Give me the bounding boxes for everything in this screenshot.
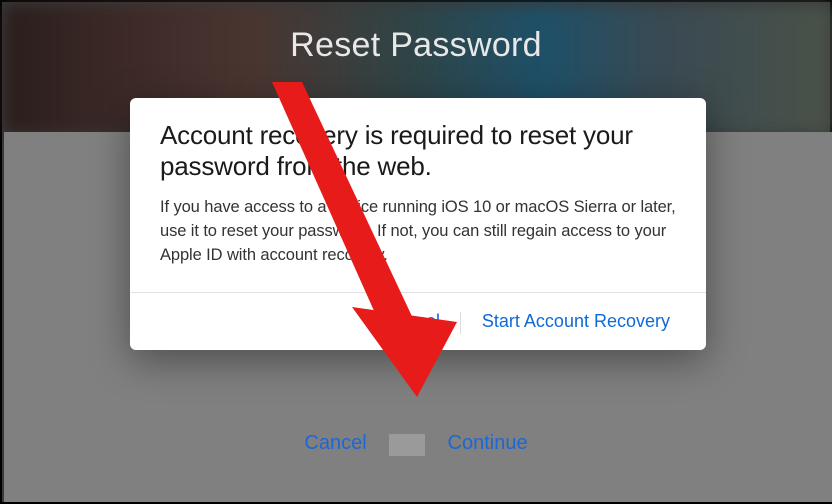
modal-body: Account recovery is required to reset yo… [130,98,706,292]
modal-footer: Cancel Start Account Recovery [130,292,706,350]
cancel-button[interactable]: Cancel [370,307,454,336]
page-title: Reset Password [2,26,830,65]
modal-heading: Account recovery is required to reset yo… [160,120,676,182]
underlay-separator [389,434,425,456]
start-account-recovery-button[interactable]: Start Account Recovery [468,307,684,336]
underlay-cancel-button[interactable]: Cancel [286,432,384,455]
modal-description: If you have access to a device running i… [160,196,676,268]
window-frame: Reset Password Cancel Continue Account r… [0,0,832,504]
account-recovery-modal: Account recovery is required to reset yo… [130,98,706,350]
underlay-continue-button[interactable]: Continue [430,432,546,455]
underlay-button-row: Cancel Continue [2,432,830,456]
modal-button-separator [460,312,461,334]
